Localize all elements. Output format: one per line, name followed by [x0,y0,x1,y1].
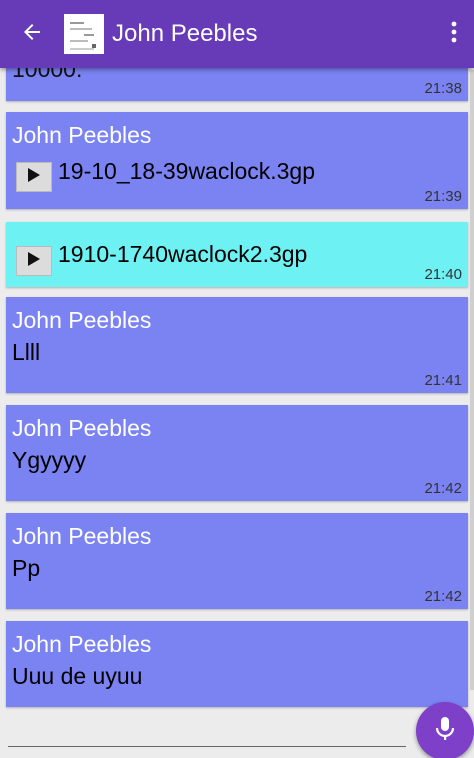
scrollbar[interactable] [470,70,474,690]
page-title: John Peebles [112,20,258,47]
more-vertical-icon [451,21,457,48]
record-voice-button[interactable] [416,702,474,758]
audio-attachment: 19-10_18-39waclock.3gp [12,150,462,192]
toolbar: John Peebles [0,0,474,68]
overflow-menu-button[interactable] [434,0,474,68]
contact-avatar[interactable] [64,14,104,54]
message-bubble[interactable]: John Peebles Ygyyyy 21:42 [6,405,468,501]
message-sender: John Peebles [12,631,152,657]
play-button[interactable] [16,246,52,276]
message-bubble[interactable]: John Peebles Uuu de uyuu [6,621,468,707]
play-button[interactable] [16,162,52,192]
message-time: 21:39 [424,188,462,205]
message-text: Ygyyyy [12,447,87,473]
microphone-icon [434,716,456,747]
audio-filename: 19-10_18-39waclock.3gp [58,158,316,184]
message-text: Uuu de uyuu [12,663,143,689]
message-bubble[interactable]: John Peebles Llll 21:41 [6,297,468,393]
play-icon [27,167,41,188]
message-bubble[interactable]: John Peebles 19-10_18-39waclock.3gp 21:3… [6,112,468,209]
arrow-back-icon [20,20,44,49]
message-bubble[interactable]: John Peebles Pp 21:42 [6,513,468,609]
message-time: 21:41 [424,372,462,389]
message-sender: John Peebles [12,122,152,148]
message-text: Llll [12,339,41,365]
message-list[interactable]: 10000. 21:38 John Peebles 19-10_18-39wac… [0,0,474,758]
message-input-underline[interactable] [8,746,406,747]
message-sender: John Peebles [12,523,152,549]
audio-attachment: 1910-1740waclock2.3gp [12,232,462,276]
message-time: 21:40 [424,266,462,283]
chat-screen: 10000. 21:38 John Peebles 19-10_18-39wac… [0,0,474,758]
message-sender: John Peebles [12,415,152,441]
message-time: 21:42 [424,588,462,605]
audio-filename: 1910-1740waclock2.3gp [58,241,308,267]
message-text: Pp [12,555,41,581]
message-bubble-outgoing[interactable]: 1910-1740waclock2.3gp 21:40 [6,222,468,287]
message-sender: John Peebles [12,307,152,333]
message-time: 21:42 [424,480,462,497]
message-time: 21:38 [424,80,462,97]
back-button[interactable] [6,0,58,68]
play-icon [27,251,41,272]
